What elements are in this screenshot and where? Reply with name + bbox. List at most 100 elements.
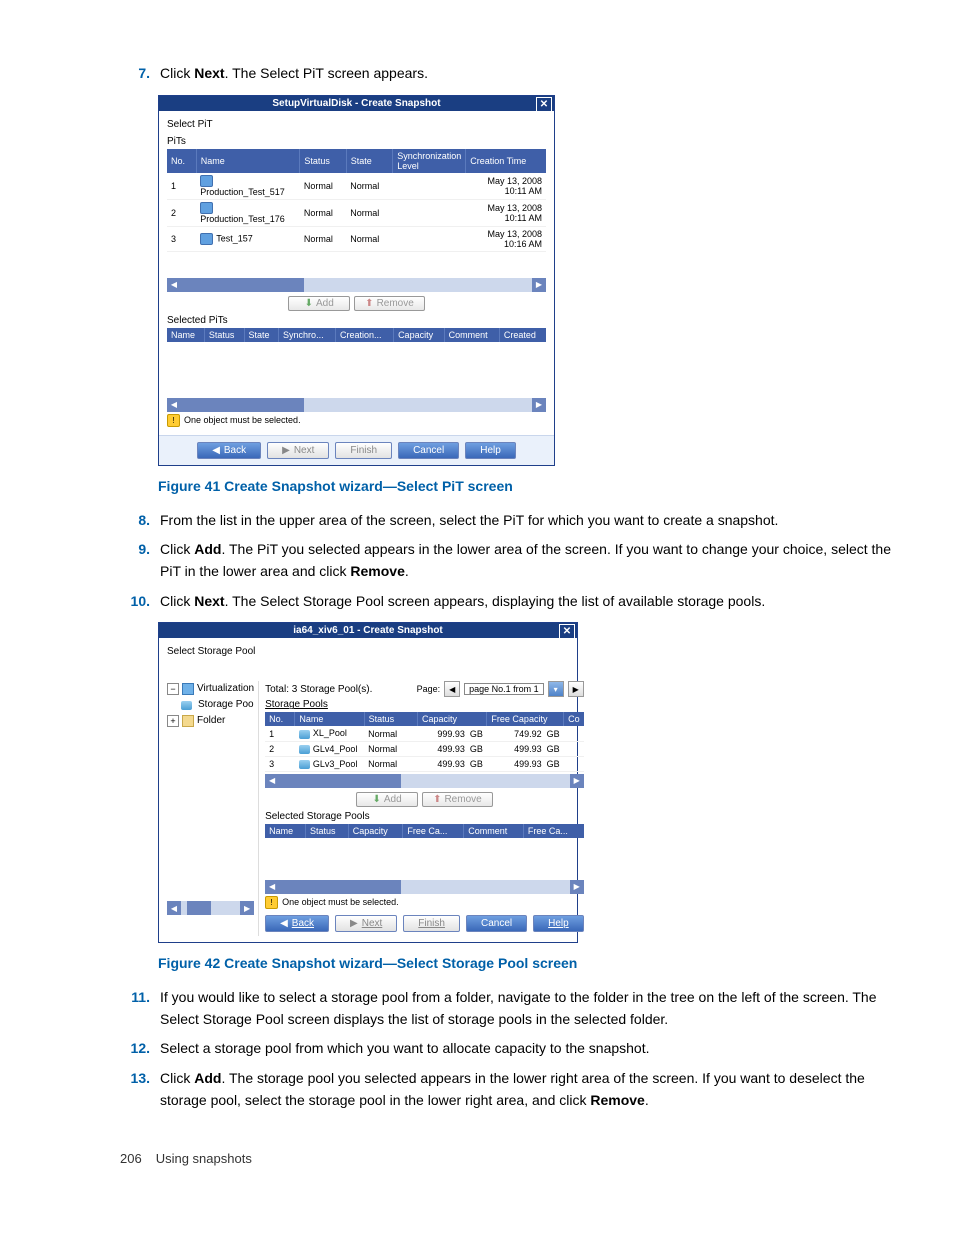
cancel-button[interactable]: Cancel — [398, 442, 459, 459]
next-button[interactable]: ▶ Next — [335, 915, 397, 932]
step-text: Select a storage pool from which you wan… — [160, 1038, 904, 1060]
label-selected-pools: Selected Storage Pools — [265, 811, 584, 822]
table-header: Name Status Capacity Free Ca... Comment … — [265, 824, 584, 838]
scroll-left-icon[interactable]: ◀ — [265, 774, 279, 788]
total-pools-label: Total: 3 Storage Pool(s). — [265, 684, 372, 695]
folder-icon — [182, 715, 194, 727]
scroll-left-icon[interactable]: ◀ — [265, 880, 279, 894]
page-number: 206 — [120, 1151, 142, 1166]
section-title: Using snapshots — [156, 1151, 252, 1166]
selected-pits-table: Name Status State Synchro... Creation...… — [167, 328, 546, 342]
step-text: From the list in the upper area of the s… — [160, 510, 904, 532]
scroll-left-icon[interactable]: ◀ — [167, 901, 181, 915]
pool-icon — [181, 701, 192, 710]
add-button[interactable]: ⬇Add — [288, 296, 350, 311]
cancel-button[interactable]: Cancel — [466, 915, 527, 932]
finish-button[interactable]: Finish — [403, 915, 460, 932]
dialog-title: ia64_xiv6_01 - Create Snapshot — [293, 625, 443, 636]
page-indicator: page No.1 from 1 — [464, 683, 544, 695]
pit-icon — [200, 175, 213, 187]
scroll-right-icon[interactable]: ▶ — [570, 774, 584, 788]
table-row[interactable]: 2Production_Test_176NormalNormalMay 13, … — [167, 199, 546, 226]
scrollbar-horizontal[interactable]: ◀ ▶ — [167, 901, 254, 915]
remove-button[interactable]: ⬆Remove — [354, 296, 425, 311]
scroll-left-icon[interactable]: ◀ — [167, 278, 181, 292]
table-row[interactable]: 3Test_157NormalNormalMay 13, 2008 10:16 … — [167, 226, 546, 251]
figure-41-wrap: SetupVirtualDisk - Create Snapshot ✕ Sel… — [158, 95, 904, 466]
table-header: Name Status State Synchro... Creation...… — [167, 328, 546, 342]
close-icon[interactable]: ✕ — [536, 97, 552, 113]
table-header: No. Name Status Capacity Free Capacity C… — [265, 712, 584, 726]
step-number: 11. — [120, 987, 160, 1030]
scrollbar-horizontal[interactable]: ◀ ▶ — [265, 880, 584, 894]
warning-message: !One object must be selected. — [167, 414, 546, 427]
table-header: No. Name Status State Synchronization Le… — [167, 149, 546, 173]
scroll-right-icon[interactable]: ▶ — [532, 398, 546, 412]
wizard-button-row: ◀ Back ▶ Next Finish Cancel Help — [159, 435, 554, 465]
pit-icon — [200, 233, 213, 245]
scroll-right-icon[interactable]: ▶ — [240, 901, 254, 915]
tree-item-storage-pool[interactable]: Storage Poo — [167, 697, 254, 713]
step-8: 8. From the list in the upper area of th… — [120, 510, 904, 532]
help-button[interactable]: Help — [533, 915, 584, 932]
folder-icon — [182, 683, 194, 695]
table-row[interactable]: 2GLv4_PoolNormal499.93 GB499.93 GB — [265, 741, 584, 756]
step-text: Click Next. The Select Storage Pool scre… — [160, 591, 904, 613]
page-dropdown-icon[interactable]: ▾ — [548, 681, 564, 697]
remove-button[interactable]: ⬆Remove — [422, 792, 493, 807]
warning-icon: ! — [265, 896, 278, 909]
scrollbar-horizontal[interactable]: ◀ ▶ — [167, 278, 546, 292]
scroll-left-icon[interactable]: ◀ — [167, 398, 181, 412]
scrollbar-horizontal[interactable]: ◀ ▶ — [167, 398, 546, 412]
scroll-right-icon[interactable]: ▶ — [532, 278, 546, 292]
step-10: 10. Click Next. The Select Storage Pool … — [120, 591, 904, 613]
page-prev-icon[interactable]: ◀ — [444, 681, 460, 697]
add-button[interactable]: ⬇Add — [356, 792, 418, 807]
warning-message: !One object must be selected. — [265, 896, 584, 909]
pools-table: No. Name Status Capacity Free Capacity C… — [265, 712, 584, 771]
finish-button[interactable]: Finish — [335, 442, 392, 459]
wizard-button-row: ◀ Back ▶ Next Finish Cancel Help — [265, 911, 584, 936]
table-row[interactable]: 1Production_Test_517NormalNormalMay 13, … — [167, 173, 546, 200]
figure-41-caption: Figure 41 Create Snapshot wizard—Select … — [158, 478, 904, 494]
step-text: Click Next. The Select PiT screen appear… — [160, 63, 904, 85]
dialog-select-pit: SetupVirtualDisk - Create Snapshot ✕ Sel… — [158, 95, 555, 466]
step-9: 9. Click Add. The PiT you selected appea… — [120, 539, 904, 582]
back-button[interactable]: ◀ Back — [197, 442, 261, 459]
label-selected-pits: Selected PiTs — [167, 315, 546, 326]
back-button[interactable]: ◀ Back — [265, 915, 329, 932]
step-number: 9. — [120, 539, 160, 582]
dialog-title-bar: SetupVirtualDisk - Create Snapshot ✕ — [159, 96, 554, 111]
label-storage-pools: Storage Pools — [265, 699, 584, 710]
table-row[interactable]: 1XL_PoolNormal999.93 GB749.92 GB — [265, 726, 584, 741]
next-button[interactable]: ▶ Next — [267, 442, 329, 459]
pool-icon — [299, 760, 310, 769]
help-button[interactable]: Help — [465, 442, 516, 459]
table-row[interactable]: 3GLv3_PoolNormal499.93 GB499.93 GB — [265, 756, 584, 771]
figure-42-caption: Figure 42 Create Snapshot wizard—Select … — [158, 955, 904, 971]
heading-select-pit: Select PiT — [167, 119, 546, 130]
dialog-title: SetupVirtualDisk - Create Snapshot — [272, 98, 440, 109]
tree-item-virtualization[interactable]: −Virtualization — [167, 681, 254, 697]
tree-item-folder[interactable]: +Folder — [167, 713, 254, 729]
step-number: 10. — [120, 591, 160, 613]
page-next-icon[interactable]: ▶ — [568, 681, 584, 697]
step-number: 7. — [120, 63, 160, 85]
scrollbar-horizontal[interactable]: ◀ ▶ — [265, 774, 584, 788]
step-7: 7. Click Next. The Select PiT screen app… — [120, 63, 904, 85]
step-text: Click Add. The PiT you selected appears … — [160, 539, 904, 582]
dialog-title-bar: ia64_xiv6_01 - Create Snapshot ✕ — [159, 623, 577, 638]
paginator: Page: ◀ page No.1 from 1 ▾ ▶ — [417, 681, 584, 697]
label-pits: PiTs — [167, 136, 546, 147]
document-page: 7. Click Next. The Select PiT screen app… — [0, 0, 954, 1206]
step-text: Click Add. The storage pool you selected… — [160, 1068, 904, 1111]
heading-select-storage-pool: Select Storage Pool — [167, 646, 569, 657]
step-13: 13. Click Add. The storage pool you sele… — [120, 1068, 904, 1111]
warning-icon: ! — [167, 414, 180, 427]
step-number: 8. — [120, 510, 160, 532]
scroll-right-icon[interactable]: ▶ — [570, 880, 584, 894]
pit-icon — [200, 202, 213, 214]
pits-table: No. Name Status State Synchronization Le… — [167, 149, 546, 252]
step-number: 13. — [120, 1068, 160, 1111]
close-icon[interactable]: ✕ — [559, 624, 575, 640]
